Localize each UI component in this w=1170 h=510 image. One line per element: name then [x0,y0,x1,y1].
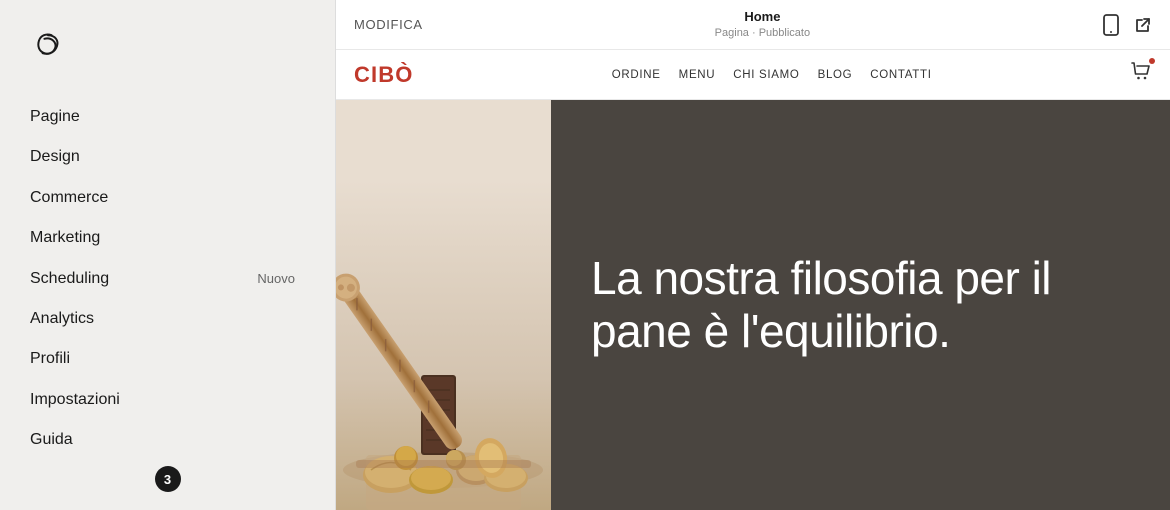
nav-link-ordine[interactable]: ORDINE [612,69,661,81]
sidebar-item-marketing[interactable]: Marketing [30,218,335,258]
sidebar-item-impostazioni[interactable]: Impostazioni [30,380,335,420]
external-link-icon[interactable] [1134,16,1152,34]
sidebar-label-guida: Guida [30,429,73,451]
scheduling-badge: Nuovo [257,270,305,288]
sidebar-label-pagine: Pagine [30,106,80,128]
nav-link-blog[interactable]: BLOG [818,69,853,81]
hero-text-area: La nostra filosofia per il pane è l'equi… [551,100,1170,510]
sidebar-label-marketing: Marketing [30,227,100,249]
sidebar-item-commerce[interactable]: Commerce [30,178,335,218]
sidebar-item-profili[interactable]: Profili [30,339,335,379]
page-status: Pagina · Pubblicato [715,26,810,40]
sidebar-label-analytics: Analytics [30,308,94,330]
website-nav-links: ORDINE MENU CHI SIAMO BLOG CONTATTI [612,69,932,81]
nav-link-chisiamo[interactable]: CHI SIAMO [733,69,799,81]
sidebar-item-guida[interactable]: Guida [30,420,335,460]
sidebar-item-analytics[interactable]: Analytics [30,299,335,339]
hero-headline: La nostra filosofia per il pane è l'equi… [591,252,1130,358]
sidebar-label-impostazioni: Impostazioni [30,389,120,411]
page-name: Home [744,9,780,26]
sidebar-label-commerce: Commerce [30,187,108,209]
sidebar-item-scheduling[interactable]: Scheduling Nuovo [30,259,335,299]
logo[interactable] [0,20,335,77]
sidebar-label-scheduling: Scheduling [30,268,109,290]
topbar-actions [1102,14,1152,36]
hero-image [336,100,551,510]
sidebar-label-profili: Profili [30,348,70,370]
sidebar-item-design[interactable]: Design [30,137,335,177]
cart-badge [1149,58,1155,64]
nav-link-contatti[interactable]: CONTATTI [870,69,931,81]
mobile-preview-icon[interactable] [1102,14,1120,36]
nav-link-menu[interactable]: MENU [679,69,716,81]
page-info: Home Pagina · Pubblicato [715,9,810,40]
main-content: MODIFICA Home Pagina · Pubblicato C [335,0,1170,510]
sidebar-navigation: Pagine Design Commerce Marketing Schedul… [0,97,335,461]
sidebar: Pagine Design Commerce Marketing Schedul… [0,0,335,510]
topbar: MODIFICA Home Pagina · Pubblicato [336,0,1170,50]
website-navbar: CIBÒ ORDINE MENU CHI SIAMO BLOG CONTATTI [336,50,1170,100]
sidebar-notification-badge: 3 [155,466,181,492]
website-brand: CIBÒ [354,62,413,88]
modifica-label[interactable]: MODIFICA [354,17,423,32]
hero-section: La nostra filosofia per il pane è l'equi… [336,100,1170,510]
sidebar-label-design: Design [30,146,80,168]
sidebar-item-pagine[interactable]: Pagine [30,97,335,137]
cart-icon[interactable] [1130,61,1152,88]
